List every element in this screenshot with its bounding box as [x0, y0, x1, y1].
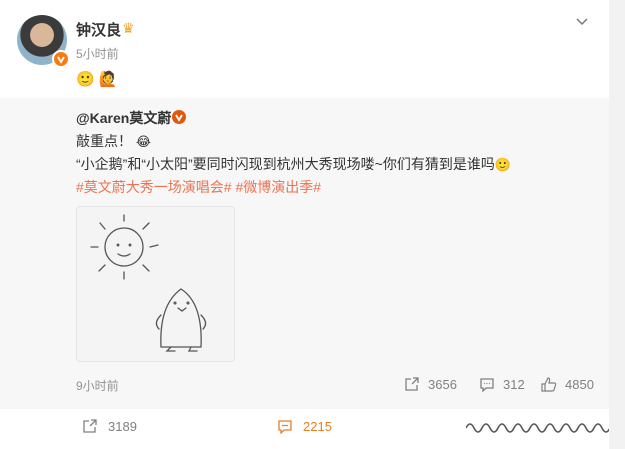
weibo-post-card: 钟汉良 ♛ 5小时前 🙂 🙋 @Karen莫文蔚 敲重点！ 😂 “小企鹅”和“小太…: [0, 0, 611, 449]
comment-count: 2215: [303, 419, 332, 434]
emoji-smile-icon: 🙂: [76, 71, 95, 88]
repost-comment-count: 312: [503, 377, 525, 392]
author-name[interactable]: 钟汉良: [76, 19, 121, 40]
emoji-laugh-icon: 😂: [135, 134, 152, 149]
page-scroll-gutter: [609, 0, 625, 449]
repost-image-thumbnail[interactable]: [76, 206, 235, 362]
forward-count: 3189: [108, 419, 137, 434]
comment-icon: [278, 420, 292, 434]
repost-comment-button[interactable]: 312: [479, 377, 525, 392]
thumbs-up-icon: [541, 377, 557, 392]
share-icon: [405, 377, 419, 391]
repost-time[interactable]: 9小时前: [76, 377, 119, 394]
repost-author-name[interactable]: @Karen莫文蔚: [76, 108, 171, 128]
post-content: 🙂 🙋: [76, 70, 121, 88]
chevron-down-icon[interactable]: [575, 14, 589, 32]
verified-badge-icon: [172, 110, 186, 124]
repost-text-line-1: 敲重点！ 😂: [76, 131, 151, 151]
repost-topics: #莫文蔚大秀一场演唱会# #微博演出季#: [76, 177, 321, 197]
crown-badge-icon: ♛: [122, 20, 135, 36]
topic-link-performance-season[interactable]: #微博演出季#: [235, 179, 321, 195]
squiggle-watermark-icon: [466, 423, 611, 433]
repost-like-count: 4850: [565, 377, 594, 392]
share-icon: [83, 419, 97, 433]
verified-badge-icon: [52, 50, 70, 68]
comment-icon: [480, 378, 494, 392]
sun-and-penguin-drawing: [90, 214, 207, 352]
forward-button[interactable]: 3189: [82, 419, 137, 434]
repost-text-line-2: “小企鹅”和“小太阳”要同时闪现到杭州大秀现场喽~你们有猜到是谁吗🙂: [76, 154, 511, 174]
repost-like-button[interactable]: 4850: [541, 377, 594, 392]
comment-button[interactable]: 2215: [277, 419, 332, 434]
post-time[interactable]: 5小时前: [76, 45, 119, 62]
emoji-wave-icon: 🙋: [98, 71, 118, 88]
repost-text-body: “小企鹅”和“小太阳”要同时闪现到杭州大秀现场喽~你们有猜到是谁吗: [76, 156, 495, 172]
repost-forward-button[interactable]: 3656: [404, 377, 457, 392]
repost-forward-count: 3656: [428, 377, 457, 392]
repost-text-highlight: 敲重点！: [76, 133, 132, 149]
topic-link-concert[interactable]: #莫文蔚大秀一场演唱会#: [76, 179, 232, 195]
emoji-face-icon: 🙂: [494, 157, 512, 172]
